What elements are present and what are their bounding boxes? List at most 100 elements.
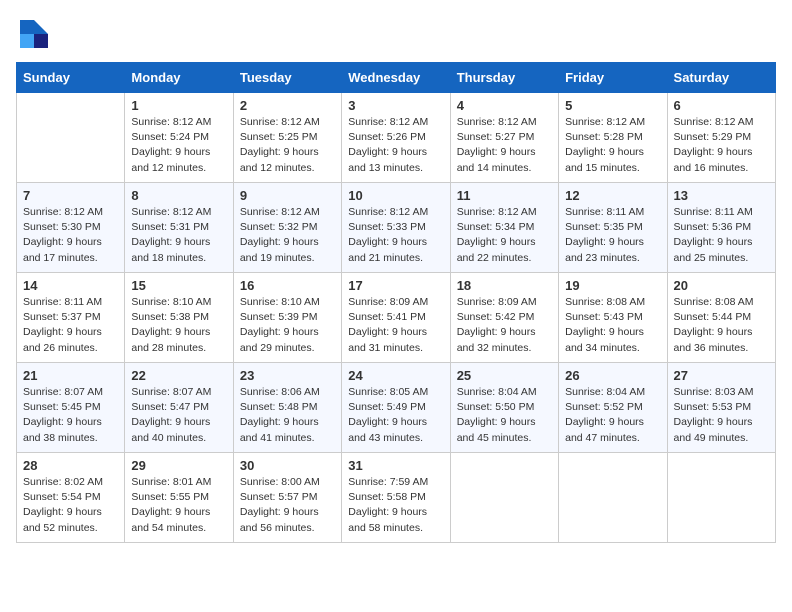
calendar-cell: 9 Sunrise: 8:12 AMSunset: 5:32 PMDaylight… [233,183,341,273]
day-number: 19 [565,278,660,293]
day-info: Sunrise: 8:12 AMSunset: 5:24 PMDaylight:… [131,115,226,176]
calendar-cell: 27 Sunrise: 8:03 AMSunset: 5:53 PMDayligh… [667,363,775,453]
calendar-cell: 3Sunrise: 8:12 AMSunset: 5:26 PMDaylight… [342,93,450,183]
day-info: Sunrise: 8:07 AMSunset: 5:47 PMDaylight:… [131,385,226,446]
day-number: 9 [240,188,335,203]
calendar-week: 21 Sunrise: 8:07 AMSunset: 5:45 PMDayligh… [17,363,776,453]
calendar-cell: 30 Sunrise: 8:00 AMSunset: 5:57 PMDayligh… [233,453,341,543]
calendar-cell [17,93,125,183]
day-number: 5 [565,98,660,113]
day-number: 7 [23,188,118,203]
day-info: Sunrise: 8:12 AMSunset: 5:25 PMDaylight:… [240,115,335,176]
calendar-cell: 21 Sunrise: 8:07 AMSunset: 5:45 PMDayligh… [17,363,125,453]
day-info: Sunrise: 8:10 AMSunset: 5:38 PMDaylight:… [131,295,226,356]
day-info: Sunrise: 8:01 AMSunset: 5:55 PMDaylight:… [131,475,226,536]
calendar-cell: 5 Sunrise: 8:12 AMSunset: 5:28 PMDaylight… [559,93,667,183]
day-number: 29 [131,458,226,473]
day-info: Sunrise: 8:12 AMSunset: 5:32 PMDaylight:… [240,205,335,266]
calendar-cell: 2 Sunrise: 8:12 AMSunset: 5:25 PMDaylight… [233,93,341,183]
day-info: Sunrise: 8:04 AMSunset: 5:52 PMDaylight:… [565,385,660,446]
day-number: 21 [23,368,118,383]
calendar-cell: 14Sunrise: 8:11 AMSunset: 5:37 PMDayligh… [17,273,125,363]
day-info: Sunrise: 8:07 AMSunset: 5:45 PMDaylight:… [23,385,118,446]
calendar-cell: 17Sunrise: 8:09 AMSunset: 5:41 PMDayligh… [342,273,450,363]
calendar-cell [667,453,775,543]
calendar-cell: 28 Sunrise: 8:02 AMSunset: 5:54 PMDayligh… [17,453,125,543]
calendar-cell: 24Sunrise: 8:05 AMSunset: 5:49 PMDayligh… [342,363,450,453]
day-info: Sunrise: 8:11 AMSunset: 5:37 PMDaylight:… [23,295,118,356]
calendar-week: 28 Sunrise: 8:02 AMSunset: 5:54 PMDayligh… [17,453,776,543]
calendar-body: 1 Sunrise: 8:12 AMSunset: 5:24 PMDaylight… [17,93,776,543]
day-info: Sunrise: 8:10 AMSunset: 5:39 PMDaylight:… [240,295,335,356]
calendar-cell: 12Sunrise: 8:11 AMSunset: 5:35 PMDayligh… [559,183,667,273]
day-info: Sunrise: 8:09 AMSunset: 5:41 PMDaylight:… [348,295,443,356]
day-number: 20 [674,278,769,293]
day-info: Sunrise: 8:12 AMSunset: 5:30 PMDaylight:… [23,205,118,266]
day-info: Sunrise: 8:12 AMSunset: 5:27 PMDaylight:… [457,115,552,176]
calendar-cell: 1 Sunrise: 8:12 AMSunset: 5:24 PMDaylight… [125,93,233,183]
day-info: Sunrise: 8:12 AMSunset: 5:29 PMDaylight:… [674,115,769,176]
day-number: 25 [457,368,552,383]
calendar-week: 7 Sunrise: 8:12 AMSunset: 5:30 PMDaylight… [17,183,776,273]
calendar-cell: 26 Sunrise: 8:04 AMSunset: 5:52 PMDayligh… [559,363,667,453]
day-number: 15 [131,278,226,293]
calendar-table: SundayMondayTuesdayWednesdayThursdayFrid… [16,62,776,543]
day-info: Sunrise: 8:11 AMSunset: 5:36 PMDaylight:… [674,205,769,266]
day-info: Sunrise: 8:12 AMSunset: 5:28 PMDaylight:… [565,115,660,176]
calendar-cell [559,453,667,543]
calendar-week: 14Sunrise: 8:11 AMSunset: 5:37 PMDayligh… [17,273,776,363]
calendar-cell: 31 Sunrise: 7:59 AMSunset: 5:58 PMDayligh… [342,453,450,543]
calendar-header: SundayMondayTuesdayWednesdayThursdayFrid… [17,63,776,93]
calendar-cell: 18Sunrise: 8:09 AMSunset: 5:42 PMDayligh… [450,273,558,363]
day-number: 30 [240,458,335,473]
day-info: Sunrise: 8:00 AMSunset: 5:57 PMDaylight:… [240,475,335,536]
day-number: 18 [457,278,552,293]
calendar-cell: 13 Sunrise: 8:11 AMSunset: 5:36 PMDayligh… [667,183,775,273]
day-info: Sunrise: 8:04 AMSunset: 5:50 PMDaylight:… [457,385,552,446]
day-number: 1 [131,98,226,113]
calendar-cell: 10 Sunrise: 8:12 AMSunset: 5:33 PMDayligh… [342,183,450,273]
calendar-cell: 7 Sunrise: 8:12 AMSunset: 5:30 PMDaylight… [17,183,125,273]
day-number: 3 [348,98,443,113]
day-number: 31 [348,458,443,473]
day-info: Sunrise: 8:02 AMSunset: 5:54 PMDaylight:… [23,475,118,536]
day-info: Sunrise: 8:06 AMSunset: 5:48 PMDaylight:… [240,385,335,446]
day-number: 23 [240,368,335,383]
weekday-header: Wednesday [342,63,450,93]
day-info: Sunrise: 8:05 AMSunset: 5:49 PMDaylight:… [348,385,443,446]
weekday-header: Thursday [450,63,558,93]
day-number: 28 [23,458,118,473]
calendar-cell: 22 Sunrise: 8:07 AMSunset: 5:47 PMDayligh… [125,363,233,453]
day-number: 4 [457,98,552,113]
calendar-cell: 4 Sunrise: 8:12 AMSunset: 5:27 PMDaylight… [450,93,558,183]
day-number: 16 [240,278,335,293]
logo [16,16,56,52]
day-info: Sunrise: 8:12 AMSunset: 5:34 PMDaylight:… [457,205,552,266]
calendar-cell: 29 Sunrise: 8:01 AMSunset: 5:55 PMDayligh… [125,453,233,543]
day-number: 11 [457,188,552,203]
calendar-cell: 6 Sunrise: 8:12 AMSunset: 5:29 PMDaylight… [667,93,775,183]
day-number: 22 [131,368,226,383]
day-number: 6 [674,98,769,113]
calendar-cell: 25 Sunrise: 8:04 AMSunset: 5:50 PMDayligh… [450,363,558,453]
day-info: Sunrise: 8:12 AMSunset: 5:31 PMDaylight:… [131,205,226,266]
calendar-week: 1 Sunrise: 8:12 AMSunset: 5:24 PMDaylight… [17,93,776,183]
day-number: 27 [674,368,769,383]
day-number: 26 [565,368,660,383]
weekday-header: Friday [559,63,667,93]
calendar-cell: 20 Sunrise: 8:08 AMSunset: 5:44 PMDayligh… [667,273,775,363]
day-number: 10 [348,188,443,203]
weekday-header: Sunday [17,63,125,93]
calendar-cell: 11 Sunrise: 8:12 AMSunset: 5:34 PMDayligh… [450,183,558,273]
day-info: Sunrise: 7:59 AMSunset: 5:58 PMDaylight:… [348,475,443,536]
day-number: 2 [240,98,335,113]
day-info: Sunrise: 8:08 AMSunset: 5:43 PMDaylight:… [565,295,660,356]
day-number: 13 [674,188,769,203]
day-info: Sunrise: 8:08 AMSunset: 5:44 PMDaylight:… [674,295,769,356]
day-number: 8 [131,188,226,203]
day-info: Sunrise: 8:12 AMSunset: 5:33 PMDaylight:… [348,205,443,266]
weekday-header: Monday [125,63,233,93]
calendar-cell: 15 Sunrise: 8:10 AMSunset: 5:38 PMDayligh… [125,273,233,363]
day-info: Sunrise: 8:03 AMSunset: 5:53 PMDaylight:… [674,385,769,446]
calendar-cell: 16 Sunrise: 8:10 AMSunset: 5:39 PMDayligh… [233,273,341,363]
